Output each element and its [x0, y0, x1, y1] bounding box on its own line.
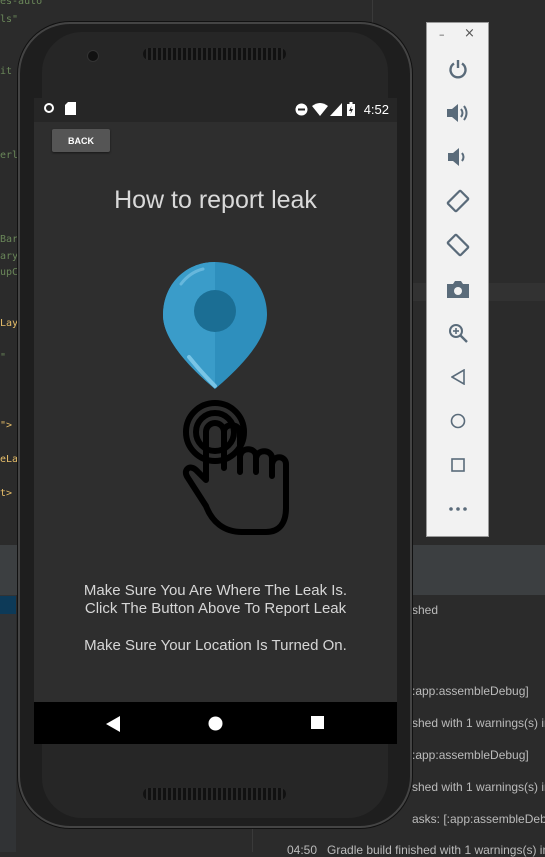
rotate-left-button[interactable]	[427, 179, 488, 223]
code-line: ">	[0, 420, 13, 431]
rotate-right-button[interactable]	[427, 223, 488, 267]
screenshot-button[interactable]	[427, 267, 488, 311]
build-log-line: 04:50 Gradle build finished with 1 warni…	[287, 843, 545, 857]
battery-icon	[347, 102, 355, 116]
volume-up-button[interactable]	[427, 91, 488, 135]
code-line: Lay	[0, 318, 19, 329]
volume-down-button[interactable]	[427, 135, 488, 179]
page-title: How to report leak	[114, 186, 317, 214]
code-line: ary	[0, 251, 19, 262]
build-tree-selected-row[interactable]	[0, 596, 16, 614]
status-bar: 4:52	[34, 98, 397, 122]
home-icon	[450, 413, 465, 429]
rotate-right-icon	[446, 233, 469, 257]
build-log-line: shed with 1 warnings(s) in	[412, 716, 545, 730]
emu-back-button[interactable]	[427, 355, 488, 399]
screenshot-icon	[446, 281, 469, 298]
close-button[interactable]: ×	[464, 26, 475, 41]
power-button[interactable]	[427, 47, 488, 91]
code-line: erl	[0, 150, 19, 161]
tap-hand-icon	[182, 400, 289, 535]
code-line: eLa	[0, 454, 19, 465]
build-tree[interactable]	[0, 595, 16, 852]
back-icon	[450, 369, 465, 385]
emulator-control-panel: – ×	[426, 22, 489, 537]
zoom-button[interactable]	[427, 311, 488, 355]
wifi-icon	[312, 103, 328, 116]
record-icon	[44, 103, 54, 113]
home-icon[interactable]	[208, 716, 223, 731]
overview-icon	[450, 458, 465, 472]
location-pin-icon[interactable]	[161, 262, 269, 392]
emu-overview-button[interactable]	[427, 443, 488, 487]
back-button[interactable]: BACK	[52, 129, 110, 152]
volume-down-icon	[447, 148, 464, 166]
do-not-disturb-icon	[295, 103, 308, 116]
code-line: it	[0, 66, 13, 77]
instruction-line-2: Click The Button Above To Report Leak	[84, 600, 347, 617]
zoom-icon	[448, 324, 468, 343]
instruction-line-1: Make Sure You Are Where The Leak Is.	[83, 582, 348, 599]
code-line: "	[0, 352, 7, 363]
code-line: t>	[0, 488, 13, 499]
build-log-line: :app:assembleDebug]	[412, 748, 529, 762]
power-icon	[448, 60, 467, 79]
build-log-line: shed	[412, 603, 439, 617]
rotate-left-icon	[446, 189, 469, 213]
signal-icon	[330, 103, 342, 116]
back-icon[interactable]	[106, 716, 120, 732]
status-time: 4:52	[363, 102, 389, 117]
build-log-line: shed with 1 warnings(s) in	[412, 780, 545, 794]
code-line: ls"	[0, 14, 19, 25]
front-camera	[87, 50, 99, 62]
code-line: Bar	[0, 234, 19, 245]
top-speaker	[143, 48, 286, 60]
device-screen[interactable]: 4:52 BACK How to report leak Make Sure Y…	[34, 98, 397, 744]
bottom-speaker	[143, 788, 286, 800]
more-icon	[448, 507, 467, 511]
emu-home-button[interactable]	[427, 399, 488, 443]
code-line: upC	[0, 267, 19, 278]
navigation-bar	[34, 702, 397, 744]
recents-icon[interactable]	[311, 716, 324, 729]
minimize-button[interactable]: –	[439, 28, 445, 41]
build-log-line: asks: [:app:assembleDebug]	[412, 812, 545, 826]
build-log-line: :app:assembleDebug]	[412, 684, 529, 698]
emu-more-button[interactable]	[427, 487, 488, 531]
code-line: es-auto	[0, 0, 43, 7]
volume-up-icon	[446, 104, 467, 122]
instruction-line-3: Make Sure Your Location Is Turned On.	[84, 637, 347, 654]
sd-card-icon	[65, 102, 76, 115]
